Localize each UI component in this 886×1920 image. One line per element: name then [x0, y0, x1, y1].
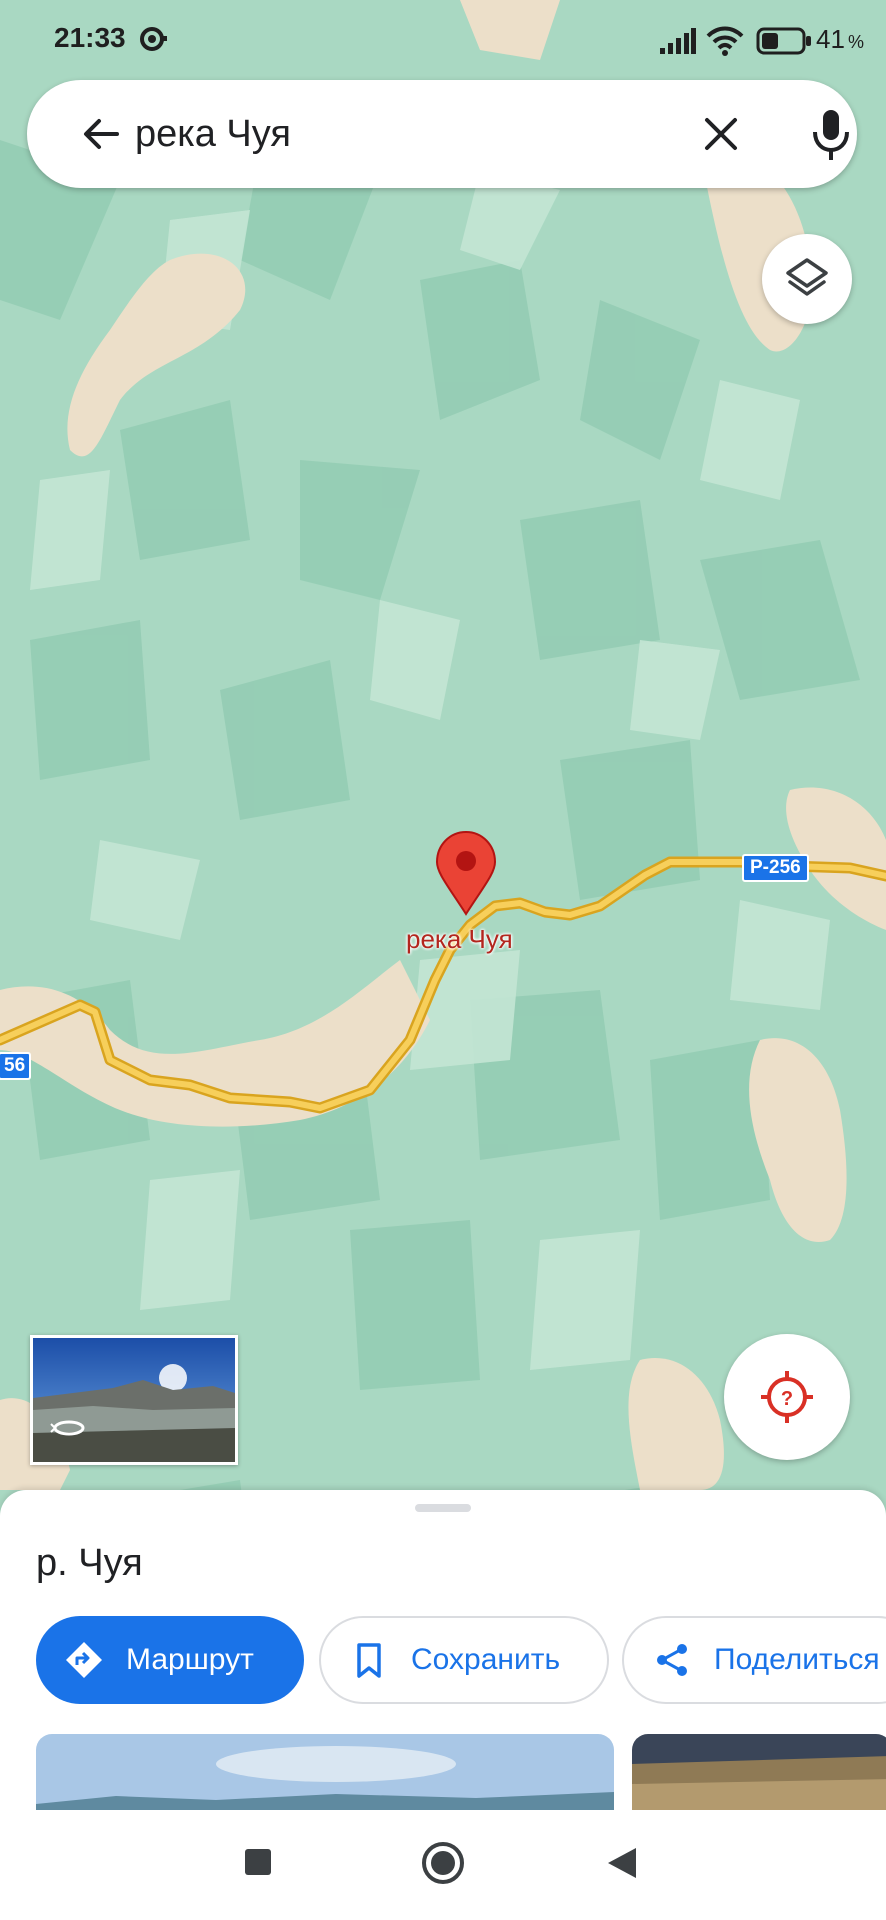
status-bar: 21:33 41 %: [0, 0, 886, 78]
signal-icon: [660, 28, 696, 54]
close-icon[interactable]: [697, 110, 745, 158]
share-label: Поделиться: [714, 1643, 880, 1676]
save-label: Сохранить: [411, 1643, 561, 1676]
share-icon: [657, 1644, 687, 1676]
layers-icon: [786, 258, 828, 296]
back-arrow-icon[interactable]: [77, 110, 125, 158]
search-query[interactable]: река Чуя: [135, 108, 291, 160]
directions-icon: [66, 1642, 102, 1678]
street-view-thumbnail[interactable]: [30, 1335, 238, 1465]
battery-percent: 41: [816, 24, 845, 54]
directions-button[interactable]: Маршрут: [36, 1616, 304, 1704]
status-time: 21:33: [54, 22, 126, 53]
my-location-button[interactable]: ?: [724, 1334, 850, 1460]
place-title: р. Чуя: [36, 1542, 143, 1584]
battery-percent-sign: %: [848, 32, 865, 52]
battery-icon: [756, 27, 812, 60]
road-label-left: 56: [0, 1052, 32, 1080]
back-icon[interactable]: [606, 1846, 638, 1880]
share-button[interactable]: Поделиться: [622, 1616, 886, 1704]
home-icon[interactable]: [420, 1840, 466, 1886]
sheet-handle[interactable]: [415, 1504, 471, 1512]
bookmark-icon: [357, 1643, 381, 1678]
wifi-icon: [706, 26, 744, 56]
place-photo-2[interactable]: [632, 1734, 886, 1810]
place-photo[interactable]: [36, 1734, 614, 1810]
recents-icon[interactable]: [244, 1848, 272, 1876]
layers-button[interactable]: [762, 234, 852, 324]
road-label-right: Р-256: [742, 854, 809, 882]
notification-icon: [140, 27, 167, 51]
system-nav-bar: [0, 1810, 886, 1920]
svg-text:?: ?: [781, 1388, 793, 1410]
place-sheet[interactable]: р. Чуя Маршрут Сохранить Поделиться: [0, 1490, 886, 1810]
directions-label: Маршрут: [126, 1643, 254, 1676]
save-button[interactable]: Сохранить: [319, 1616, 609, 1704]
locate-icon: ?: [761, 1371, 813, 1423]
mic-icon[interactable]: [804, 104, 858, 164]
search-bar[interactable]: река Чуя: [27, 80, 857, 188]
pin-label[interactable]: река Чуя: [406, 924, 513, 955]
